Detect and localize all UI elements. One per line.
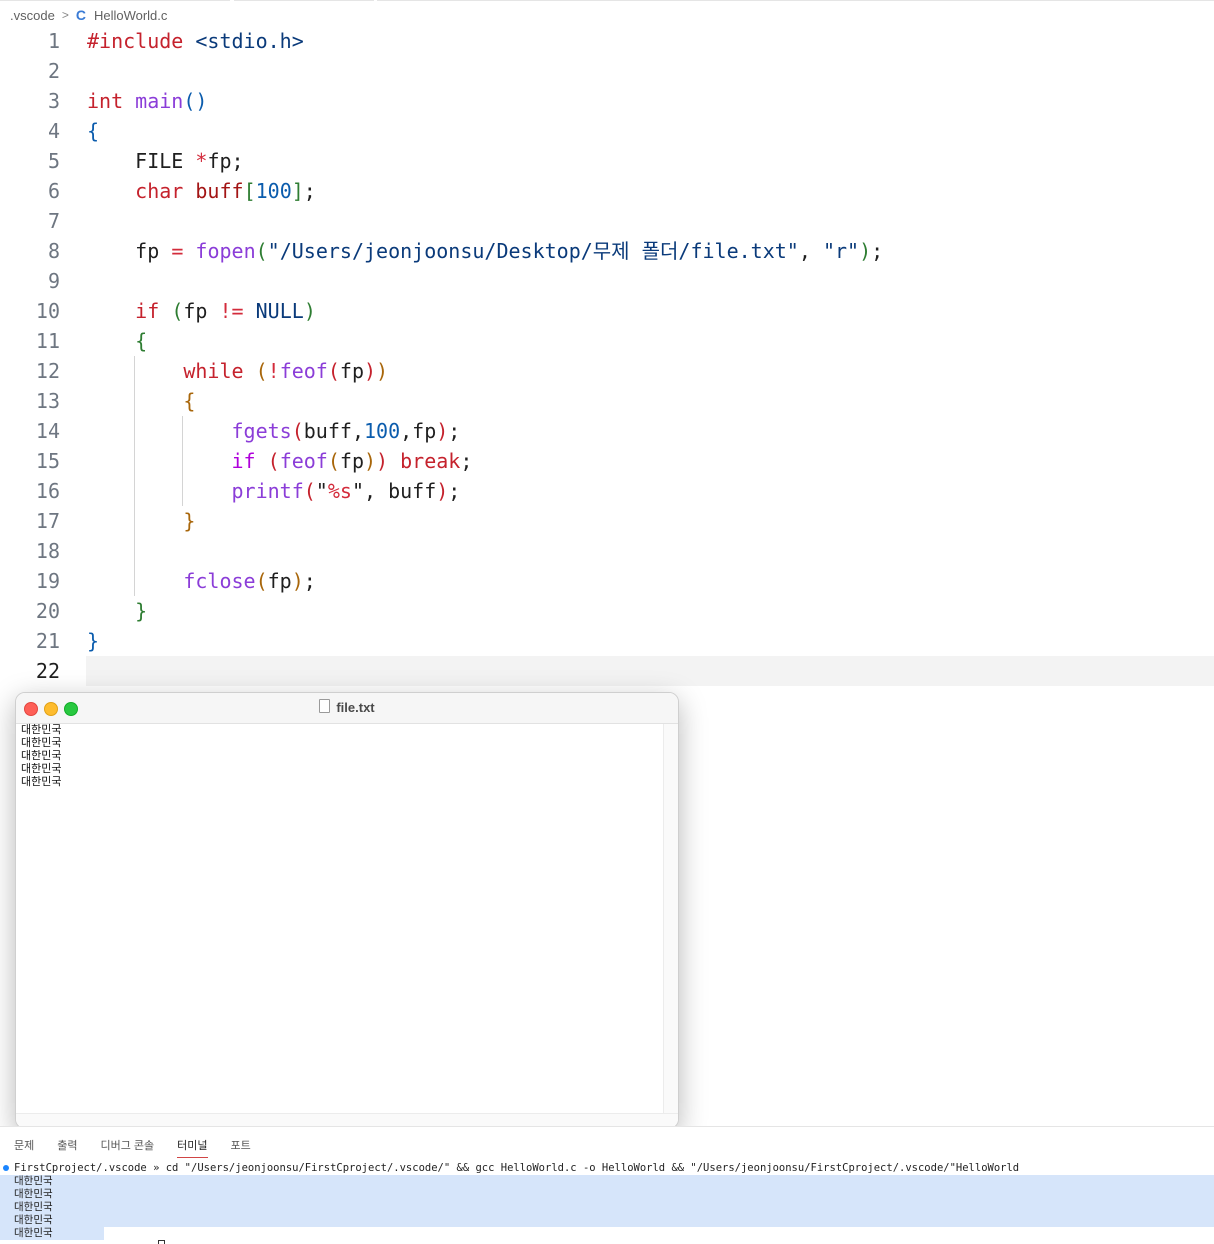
breadcrumb-file[interactable]: HelloWorld.c [94,8,167,23]
code-line[interactable]: 13 { [0,386,1214,416]
document-line: 대한민국 [21,763,62,775]
code-line[interactable]: 7 [0,206,1214,236]
line-number: 9 [47,269,60,293]
code-line[interactable]: 4{ [0,116,1214,146]
line-number: 13 [35,389,60,413]
terminal-command: FirstCproject/.vscode » cd "/Users/jeonj… [14,1162,1020,1174]
code-line[interactable]: 11 { [0,326,1214,356]
tab-terminal[interactable]: 터미널 [177,1137,208,1158]
code-line[interactable]: 21} [0,626,1214,656]
code-line[interactable]: 14 fgets(buff,100,fp); [0,416,1214,446]
line-number: 20 [35,599,60,623]
code-text: { [135,329,148,353]
line-number: 7 [47,209,60,233]
code-line[interactable]: 2 [0,56,1214,86]
chevron-right-icon: > [61,8,69,22]
code-editor[interactable]: 1 #include <stdio.h> 2 3 int main() 4{ 5 F… [0,26,1214,686]
line-number: 22 [35,659,60,683]
command-status-dot-icon [3,1165,9,1171]
code-line[interactable]: 10 if (fp != NULL) [0,296,1214,326]
document-text-area[interactable]: 대한민국 대한민국 대한민국 대한민국 대한민국 [16,724,664,1114]
breadcrumb-folder[interactable]: .vscode [10,8,55,23]
code-text: { [87,119,100,143]
code-text: fp = fopen("/Users/jeonjoonsu/Desktop/무제… [135,239,884,263]
code-text: fgets(buff,100,fp); [231,419,461,443]
document-line: 대한민국 [21,724,62,736]
terminal-output-selected[interactable]: 대한민국 [0,1227,104,1240]
tab-output[interactable]: 출력 [57,1137,77,1158]
panel-tabs: 문제 출력 디버그 콘솔 터미널 포트 [14,1137,274,1158]
line-number: 21 [35,629,60,653]
code-line[interactable]: 5 FILE *fp; [0,146,1214,176]
line-number: 16 [35,479,60,503]
terminal-output-selected[interactable]: 대한민국 대한민국 대한민국 대한민국 [0,1175,1214,1227]
code-text: if (feof(fp)) break; [231,449,473,473]
line-number: 12 [35,359,60,383]
code-line[interactable]: 17 } [0,506,1214,536]
code-line[interactable]: 18 [0,536,1214,566]
code-line[interactable]: 15 if (feof(fp)) break; [0,446,1214,476]
code-text: FILE *fp; [135,149,244,173]
code-line[interactable]: 3 int main() [0,86,1214,116]
line-number: 4 [47,119,60,143]
line-number: 2 [47,59,60,83]
terminal-cursor [158,1240,165,1244]
window-titlebar[interactable]: file.txt [16,693,678,724]
terminal-output-line: 대한민국 [14,1201,53,1213]
code-text: printf("%s", buff); [231,479,461,503]
code-text: if (fp != NULL) [135,299,316,323]
line-number: 6 [47,179,60,203]
line-number: 19 [35,569,60,593]
code-text: } [87,629,100,653]
code-text: int main() [87,89,208,113]
code-line[interactable]: 16 printf("%s", buff); [0,476,1214,506]
code-line-current[interactable]: 22 [36,656,1214,686]
code-line[interactable]: 9 [0,266,1214,296]
line-number: 1 [47,29,60,53]
code-line[interactable]: 12 while (!feof(fp)) [0,356,1214,386]
document-line: 대한민국 [21,776,62,788]
terminal[interactable]: FirstCproject/.vscode » cd "/Users/jeonj… [0,1161,1214,1240]
line-number: 10 [35,299,60,323]
code-text: char buff[100]; [135,179,316,203]
terminal-output-line: 대한민국 [14,1175,53,1187]
code-text: fclose(fp); [183,569,316,593]
line-number: 18 [35,539,60,563]
code-text: } [183,509,196,533]
code-line[interactable]: 8 fp = fopen("/Users/jeonjoonsu/Desktop/… [0,236,1214,266]
textedit-window[interactable]: file.txt 대한민국 대한민국 대한민국 대한민국 대한민국 [15,692,679,1129]
line-number: 5 [47,149,60,173]
breadcrumb: .vscode > C HelloWorld.c [10,6,167,24]
terminal-output-line: 대한민국 [14,1227,53,1239]
terminal-command-line: FirstCproject/.vscode » cd "/Users/jeonj… [0,1161,1214,1175]
tab-ports[interactable]: 포트 [231,1137,251,1158]
vertical-scrollbar[interactable] [663,724,678,1114]
c-file-icon: C [75,7,86,23]
line-number: 8 [47,239,60,263]
line-number: 14 [35,419,60,443]
line-number: 17 [35,509,60,533]
bottom-panel: 문제 출력 디버그 콘솔 터미널 포트 FirstCproject/.vscod… [0,1126,1214,1244]
tab-debug-console[interactable]: 디버그 콘솔 [101,1137,155,1158]
code-line[interactable]: 1 #include <stdio.h> [0,26,1214,56]
terminal-output-line: 대한민국 [14,1188,53,1200]
code-text: } [135,599,148,623]
tab-problems[interactable]: 문제 [14,1137,34,1158]
code-text: { [183,389,196,413]
document-line: 대한민국 [21,737,62,749]
terminal-output-line: 대한민국 [14,1214,53,1226]
document-line: 대한민국 [21,750,62,762]
code-line[interactable]: 19 fclose(fp); [0,566,1214,596]
document-icon [319,699,331,713]
line-number: 15 [35,449,60,473]
code-line[interactable]: 6 char buff[100]; [0,176,1214,206]
editor-top-border [0,0,1214,3]
window-title: file.txt [16,693,678,723]
code-text: #include <stdio.h> [87,29,304,53]
code-line[interactable]: 20 } [0,596,1214,626]
line-number: 11 [35,329,60,353]
code-text: while (!feof(fp)) [183,359,389,383]
line-number: 3 [47,89,60,113]
